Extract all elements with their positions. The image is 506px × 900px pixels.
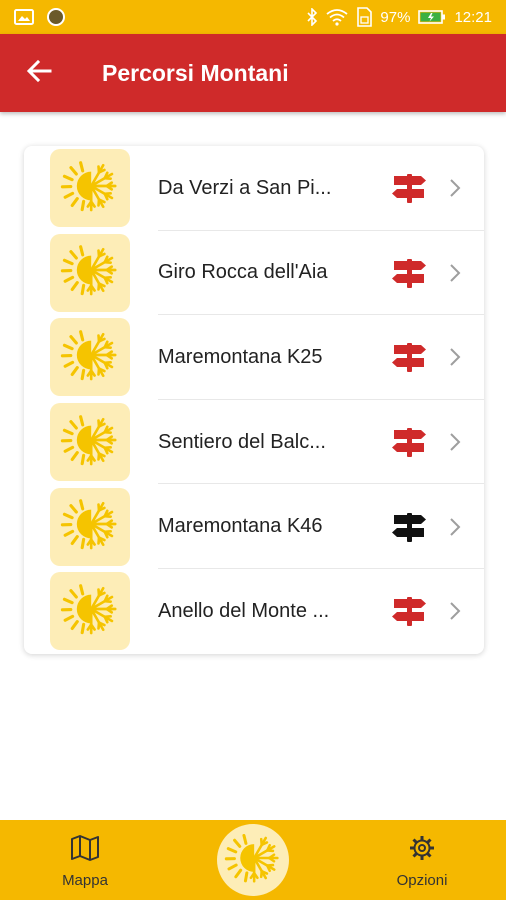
- home-logo-button[interactable]: [217, 824, 289, 896]
- status-bar: 97% 12:21: [0, 0, 506, 34]
- chevron-right-icon: [448, 347, 462, 367]
- signpost-icon: [390, 426, 428, 458]
- nav-mappa[interactable]: Mappa: [54, 834, 116, 889]
- battery-icon: [418, 9, 446, 25]
- route-name: Giro Rocca dell'Aia: [158, 261, 328, 284]
- chevron-right-icon: [448, 263, 462, 283]
- clock: 12:21: [454, 8, 492, 26]
- route-thumbnail: [50, 233, 130, 312]
- chevron-right-icon: [448, 601, 462, 621]
- signpost-icon: [390, 341, 428, 373]
- signpost-icon: [390, 172, 428, 204]
- sun-snowflake-icon: [60, 325, 120, 390]
- wifi-icon: [326, 8, 348, 26]
- chevron-right-icon: [448, 432, 462, 452]
- signpost-icon: [390, 511, 428, 543]
- chevron-right-icon: [448, 178, 462, 198]
- back-button[interactable]: [0, 34, 78, 112]
- route-thumbnail: [50, 572, 130, 651]
- route-list-item[interactable]: Anello del Monte ...: [24, 569, 484, 654]
- nav-mappa-label: Mappa: [62, 872, 108, 889]
- signpost-icon: [390, 257, 428, 289]
- sun-snowflake-icon: [60, 410, 120, 475]
- route-list-item[interactable]: Giro Rocca dell'Aia: [24, 231, 484, 316]
- route-name: Sentiero del Balc...: [158, 430, 326, 453]
- route-thumbnail: [50, 403, 130, 482]
- route-name: Maremontana K46: [158, 515, 323, 538]
- route-thumbnail: [50, 487, 130, 566]
- signpost-icon: [390, 595, 428, 627]
- page-title: Percorsi Montani: [102, 59, 289, 86]
- routes-list: Da Verzi a San Pi... Giro Rocca dell'Aia: [24, 146, 484, 654]
- route-name: Maremontana K25: [158, 345, 323, 368]
- route-thumbnail: [50, 149, 130, 228]
- arrow-left-icon: [26, 59, 52, 88]
- route-list-item[interactable]: Da Verzi a San Pi...: [24, 146, 484, 231]
- route-list-item[interactable]: Maremontana K25: [24, 315, 484, 400]
- sun-snowflake-icon: [60, 156, 120, 221]
- route-name: Anello del Monte ...: [158, 599, 330, 622]
- sim-icon: [356, 7, 373, 27]
- bluetooth-icon: [306, 8, 318, 26]
- map-icon: [70, 834, 100, 867]
- route-thumbnail: [50, 318, 130, 397]
- gallery-icon: [14, 9, 34, 25]
- circle-icon: [46, 7, 66, 27]
- route-list-item[interactable]: Sentiero del Balc...: [24, 400, 484, 485]
- nav-opzioni[interactable]: Opzioni: [388, 834, 456, 889]
- sun-snowflake-icon: [60, 240, 120, 305]
- sun-snowflake-icon: [224, 829, 282, 892]
- route-name: Da Verzi a San Pi...: [158, 176, 332, 199]
- sun-snowflake-icon: [60, 494, 120, 559]
- route-list-item[interactable]: Maremontana K46: [24, 484, 484, 569]
- battery-percent: 97%: [380, 8, 411, 26]
- gear-icon: [408, 834, 436, 867]
- sun-snowflake-icon: [60, 579, 120, 644]
- chevron-right-icon: [448, 517, 462, 537]
- app-bar: Percorsi Montani: [0, 34, 506, 112]
- nav-opzioni-label: Opzioni: [396, 872, 448, 889]
